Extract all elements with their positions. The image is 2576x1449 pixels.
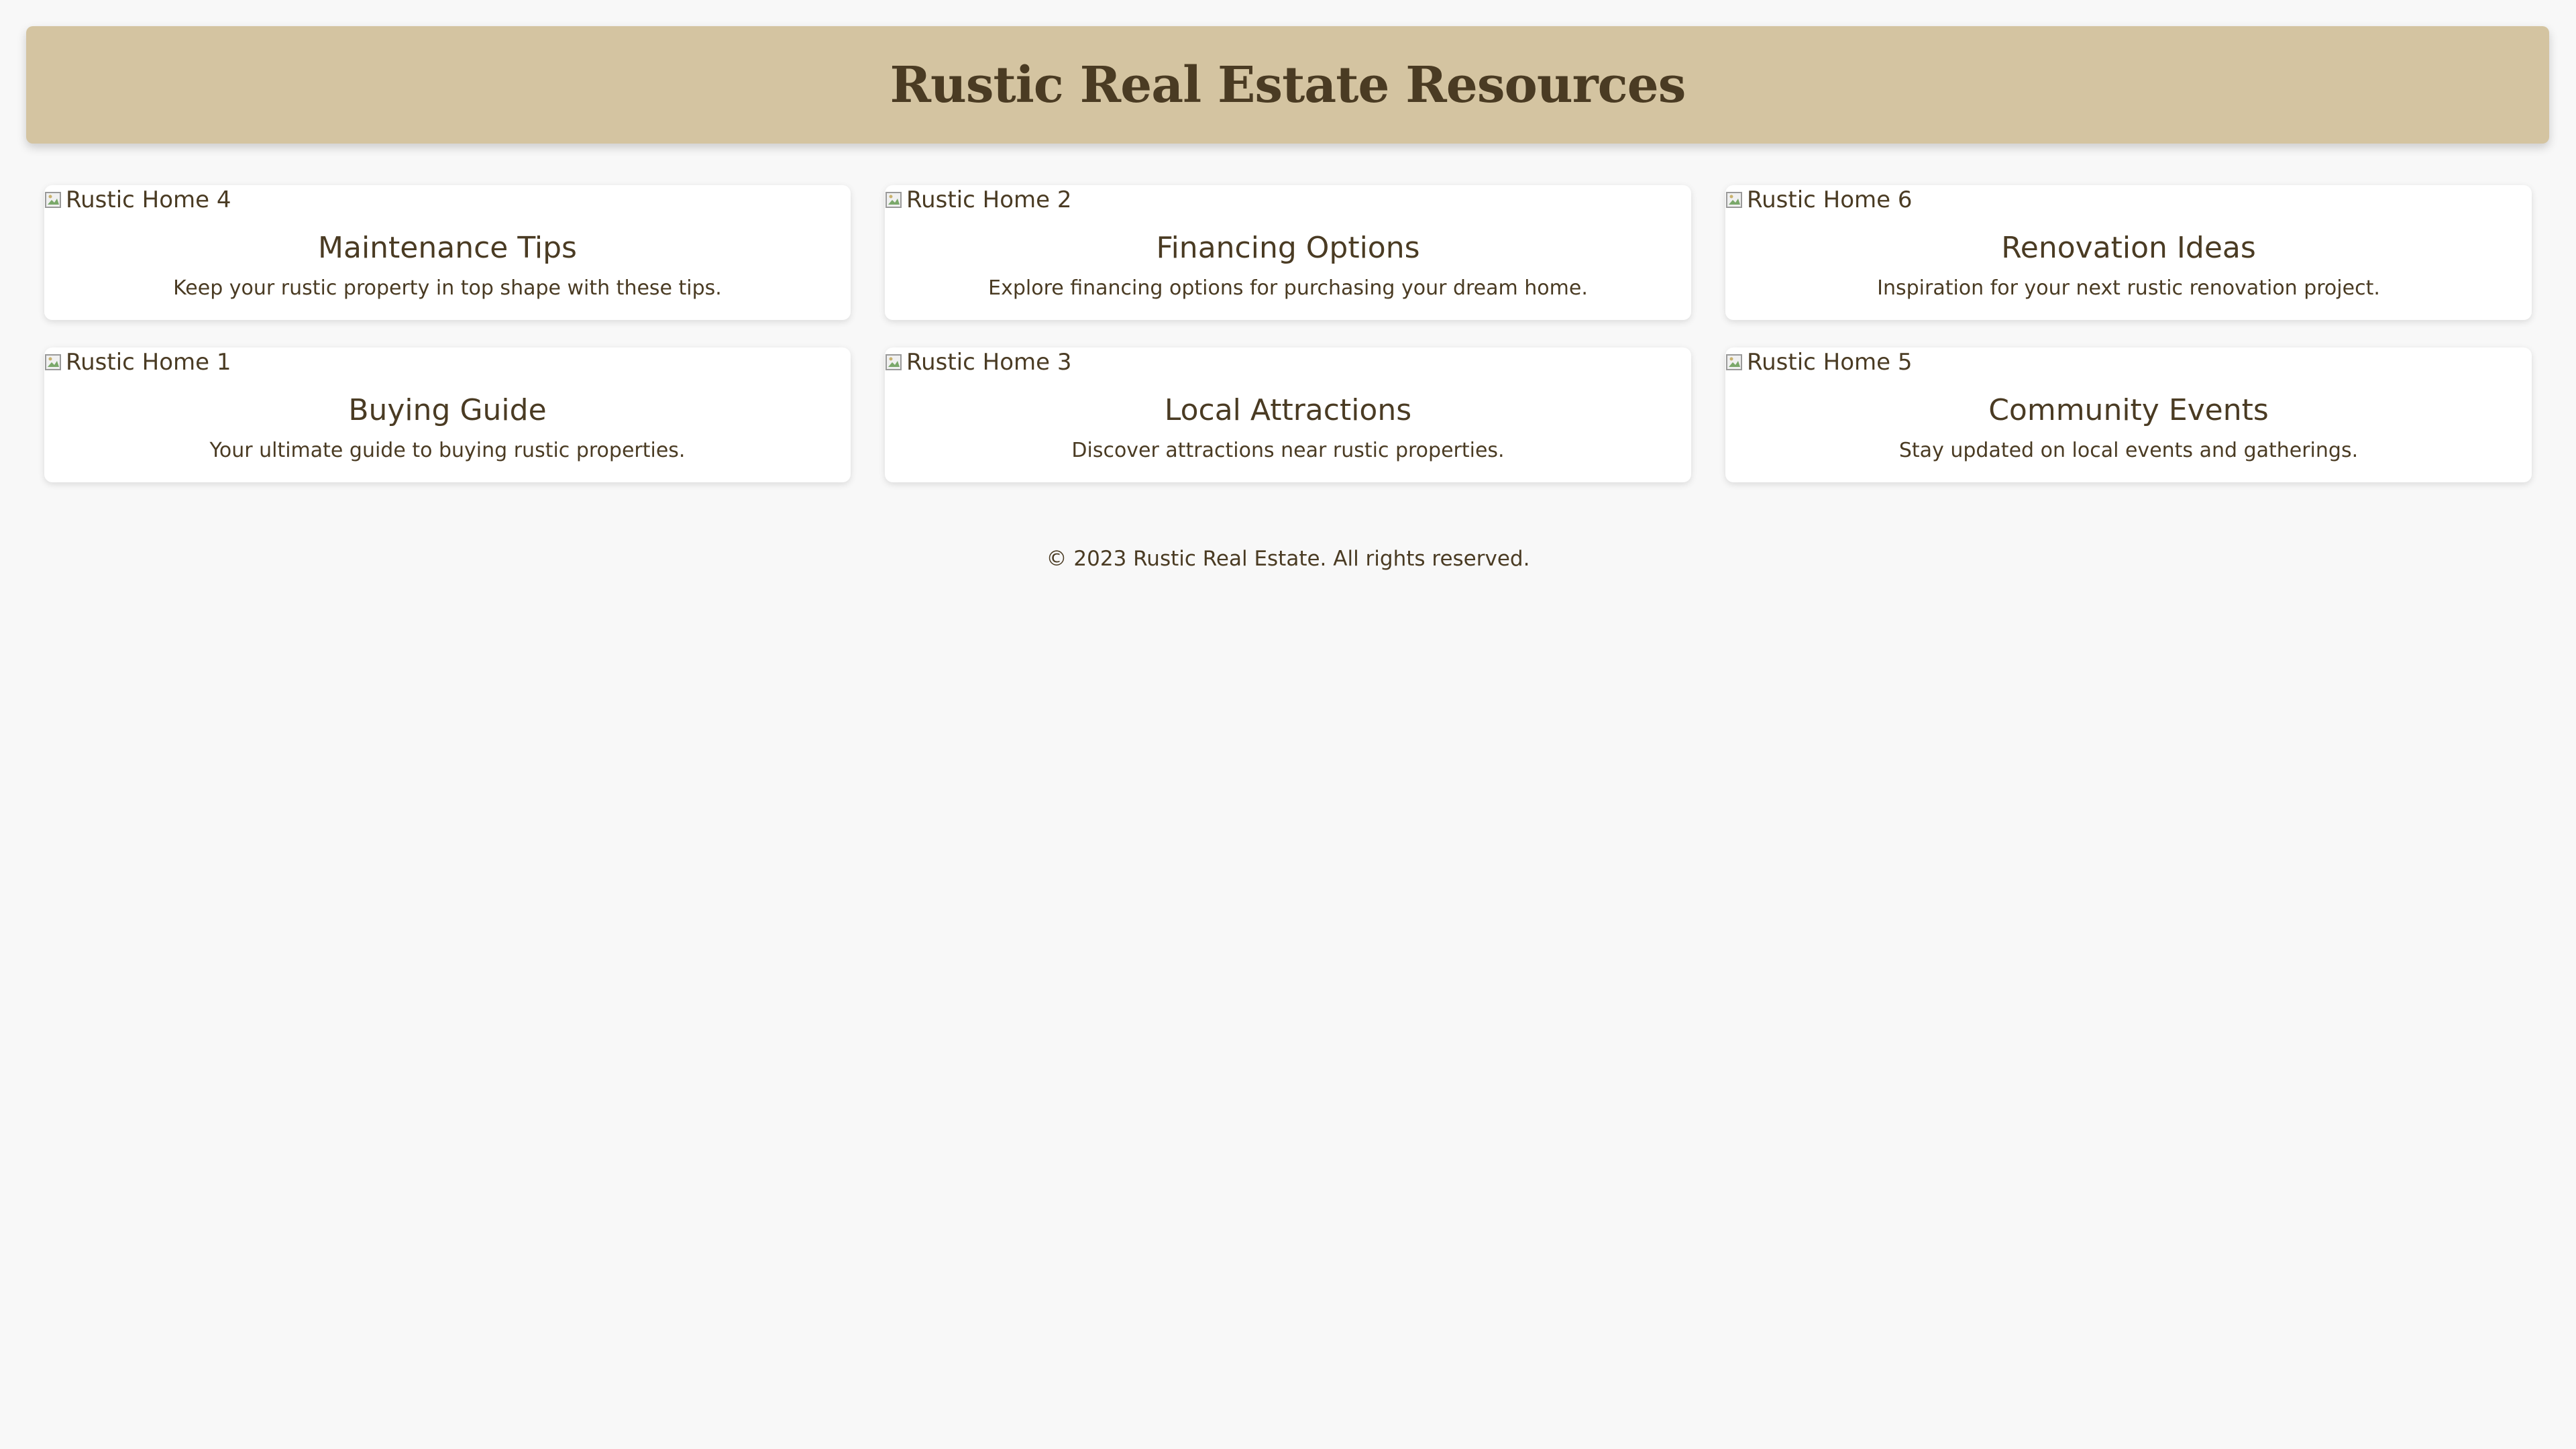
card-image: Rustic Home 6 (1725, 185, 1912, 215)
resource-card-local-attractions[interactable]: Rustic Home 3 Local Attractions Discover… (885, 347, 1691, 482)
card-image: Rustic Home 4 (44, 185, 231, 215)
copyright-text: © 2023 Rustic Real Estate. All rights re… (1046, 547, 1530, 571)
broken-image-icon (44, 352, 63, 372)
broken-image-icon (1725, 352, 1744, 372)
site-header: Rustic Real Estate Resources (26, 26, 2549, 144)
resource-card-community-events[interactable]: Rustic Home 5 Community Events Stay upda… (1725, 347, 2532, 482)
card-description: Keep your rustic property in top shape w… (173, 276, 722, 300)
site-footer: © 2023 Rustic Real Estate. All rights re… (0, 547, 2576, 571)
resource-card-financing-options[interactable]: Rustic Home 2 Financing Options Explore … (885, 185, 1691, 320)
card-image: Rustic Home 2 (885, 185, 1071, 215)
resource-grid: Rustic Home 4 Maintenance Tips Keep your… (44, 185, 2532, 482)
page: Rustic Real Estate Resources Rustic Home… (0, 0, 2576, 1449)
broken-image-icon (885, 352, 904, 372)
card-image: Rustic Home 5 (1725, 347, 1912, 377)
card-title: Buying Guide (348, 393, 547, 427)
broken-image-icon (885, 190, 904, 210)
card-description: Inspiration for your next rustic renovat… (1877, 276, 2380, 300)
resource-card-renovation-ideas[interactable]: Rustic Home 6 Renovation Ideas Inspirati… (1725, 185, 2532, 320)
card-title: Maintenance Tips (318, 231, 577, 265)
card-image-alt: Rustic Home 4 (66, 186, 231, 213)
card-title: Local Attractions (1164, 393, 1412, 427)
card-image: Rustic Home 3 (885, 347, 1071, 377)
card-title: Community Events (1988, 393, 2269, 427)
card-image: Rustic Home 1 (44, 347, 231, 377)
card-image-alt: Rustic Home 3 (906, 349, 1072, 376)
card-image-alt: Rustic Home 6 (1747, 186, 1913, 213)
page-title: Rustic Real Estate Resources (890, 56, 1686, 114)
resource-card-buying-guide[interactable]: Rustic Home 1 Buying Guide Your ultimate… (44, 347, 851, 482)
card-description: Stay updated on local events and gatheri… (1898, 439, 2359, 462)
card-description: Discover attractions near rustic propert… (1071, 439, 1505, 462)
card-title: Financing Options (1156, 231, 1420, 265)
card-image-alt: Rustic Home 1 (66, 349, 231, 376)
resource-card-maintenance-tips[interactable]: Rustic Home 4 Maintenance Tips Keep your… (44, 185, 851, 320)
card-image-alt: Rustic Home 2 (906, 186, 1072, 213)
broken-image-icon (44, 190, 63, 210)
broken-image-icon (1725, 190, 1744, 210)
card-description: Your ultimate guide to buying rustic pro… (209, 439, 686, 462)
card-image-alt: Rustic Home 5 (1747, 349, 1913, 376)
card-title: Renovation Ideas (2001, 231, 2256, 265)
card-description: Explore financing options for purchasing… (988, 276, 1588, 300)
